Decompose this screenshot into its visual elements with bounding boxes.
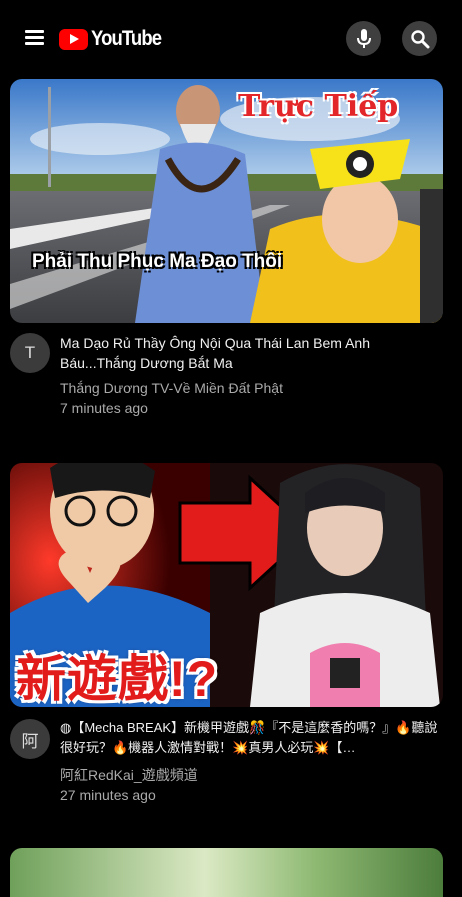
upload-time: 27 minutes ago: [60, 787, 156, 803]
top-app-bar: YouTube: [0, 0, 462, 78]
channel-name[interactable]: 阿紅RedKai_遊戲頻道: [60, 766, 198, 784]
thumbnail-overlay-caption: Phải Thu Phục Ma Đạo Thôi: [32, 251, 283, 272]
video-thumbnail[interactable]: Trực Tiếp Phải Thu Phục Ma Đạo Thôi: [10, 79, 443, 323]
video-thumbnail[interactable]: 新遊戲!?: [10, 463, 443, 707]
video-title[interactable]: Ma Dạo Rủ Thầy Ông Nội Qua Thái Lan Bem …: [60, 333, 445, 373]
thumbnail-image: [10, 848, 443, 897]
youtube-logo[interactable]: YouTube: [59, 27, 171, 51]
channel-avatar[interactable]: T: [10, 333, 50, 373]
channel-name[interactable]: Thắng Dương TV-Về Miền Đất Phật: [60, 379, 283, 397]
menu-icon[interactable]: [22, 27, 48, 51]
voice-search-button[interactable]: [346, 21, 381, 56]
thumbnail-overlay-caption: 新遊戲!?: [16, 651, 219, 707]
youtube-play-icon: [59, 28, 88, 50]
search-button[interactable]: [402, 21, 437, 56]
video-title[interactable]: ◍【Mecha BREAK】新機甲遊戲🎊『不是這麼香的嗎？』🔥聽說很好玩？🔥機器…: [60, 718, 445, 758]
logo-text: YouTube: [91, 27, 162, 50]
upload-time: 7 minutes ago: [60, 400, 148, 416]
search-icon: [410, 29, 429, 48]
video-thumbnail[interactable]: [10, 848, 443, 897]
channel-avatar[interactable]: 阿: [10, 719, 50, 759]
thumbnail-overlay-title: Trực Tiếp: [238, 89, 399, 124]
mic-icon: [356, 28, 371, 48]
